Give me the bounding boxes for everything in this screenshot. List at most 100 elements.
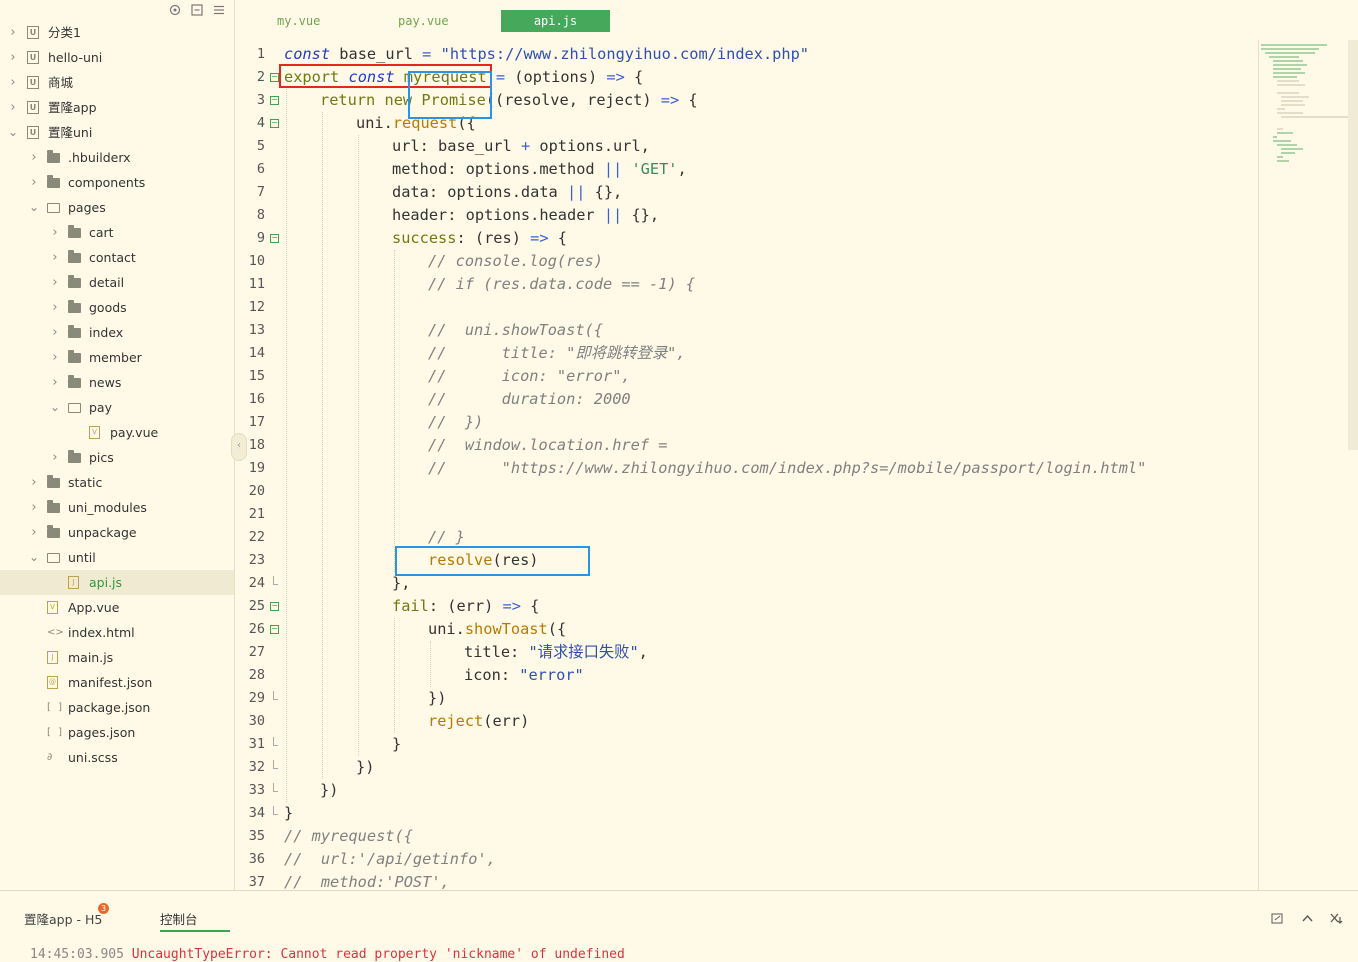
code-line[interactable]: 16 // duration: 2000 (235, 388, 1255, 411)
tree-item[interactable]: › index (0, 320, 234, 345)
tree-item[interactable]: › detail (0, 270, 234, 295)
code-line[interactable]: 28 icon: "error" (235, 664, 1255, 687)
tree-item[interactable]: @ manifest.json (0, 670, 234, 695)
code-line[interactable]: 33}) (235, 779, 1255, 802)
code-line[interactable]: 35 // myrequest({ (235, 825, 1255, 848)
code-line[interactable]: 29}) (235, 687, 1255, 710)
close-panel-icon[interactable] (1330, 911, 1344, 925)
code-line[interactable]: 34} (235, 802, 1255, 825)
tab-my-vue[interactable]: my.vue (277, 10, 337, 32)
chevron-right-icon[interactable]: › (29, 170, 39, 195)
code-line[interactable]: 23 resolve(res) (235, 549, 1255, 572)
chevron-right-icon[interactable]: › (8, 45, 18, 70)
sidebar-collapse-handle[interactable]: ‹ (231, 433, 247, 461)
code-line[interactable]: 14 // title: "即将跳转登录", (235, 342, 1255, 365)
tree-item[interactable]: › U 分类1 (0, 20, 234, 45)
code-line[interactable]: 18// window.location.href = (235, 434, 1255, 457)
chevron-right-icon[interactable]: › (50, 320, 60, 345)
tree-item[interactable]: Vpay.vue (0, 420, 234, 445)
chevron-right-icon[interactable]: › (50, 295, 60, 320)
fold-toggle-icon[interactable]: − (270, 119, 279, 128)
tree-item[interactable]: › member (0, 345, 234, 370)
chevron-right-icon[interactable]: › (50, 270, 60, 295)
tree-item[interactable]: › U 商城 (0, 70, 234, 95)
code-line[interactable]: 12 (235, 296, 1255, 319)
chevron-right-icon[interactable]: › (29, 520, 39, 545)
tree-item[interactable]: ⌄ until (0, 545, 234, 570)
tree-item[interactable]: [ ] package.json (0, 695, 234, 720)
chevron-right-icon[interactable]: › (8, 20, 18, 45)
chevron-right-icon[interactable]: › (50, 370, 60, 395)
clear-console-icon[interactable] (1270, 911, 1284, 925)
console-tab[interactable]: 控制台 (160, 909, 230, 932)
chevron-right-icon[interactable]: › (8, 95, 18, 120)
code-line[interactable]: 36 // url:'/api/getinfo', (235, 848, 1255, 871)
code-editor[interactable]: 1 const base_url = "https://www.zhilongyi… (235, 40, 1257, 890)
chevron-right-icon[interactable]: › (50, 445, 60, 470)
menu-icon[interactable] (212, 3, 226, 17)
chevron-right-icon[interactable]: › (29, 145, 39, 170)
fold-toggle-icon[interactable]: − (270, 73, 279, 82)
tree-item[interactable]: › news (0, 370, 234, 395)
tree-item[interactable]: [ ] pages.json (0, 720, 234, 745)
code-line[interactable]: 26− uni.showToast({ (235, 618, 1255, 641)
code-line[interactable]: 24}, (235, 572, 1255, 595)
code-line[interactable]: 22 // } (235, 526, 1255, 549)
code-line[interactable]: 5 url: base_url + options.url, (235, 135, 1255, 158)
code-line[interactable]: 13 // uni.showToast({ (235, 319, 1255, 342)
code-line[interactable]: 27 title: "请求接口失败", (235, 641, 1255, 664)
chevron-down-icon[interactable]: ⌄ (29, 195, 39, 220)
code-line[interactable]: 3− return new Promise((resolve, reject) =… (235, 89, 1255, 112)
tree-item[interactable]: › unpackage (0, 520, 234, 545)
tree-item[interactable]: ⌄ pay (0, 395, 234, 420)
code-line[interactable]: 15 // icon: "error", (235, 365, 1255, 388)
code-line[interactable]: 2− export const myrequest = (options) => … (235, 66, 1255, 89)
tree-item[interactable]: V App.vue (0, 595, 234, 620)
code-line[interactable]: 20 (235, 480, 1255, 503)
tree-item[interactable]: › components (0, 170, 234, 195)
code-line[interactable]: 30 reject(err) (235, 710, 1255, 733)
code-line[interactable]: 8 header: options.header || {}, (235, 204, 1255, 227)
code-line[interactable]: 9− success: (res) => { (235, 227, 1255, 250)
tree-item[interactable]: ∂ uni.scss (0, 745, 234, 770)
code-line[interactable]: 25− fail: (err) => { (235, 595, 1255, 618)
minimap[interactable] (1258, 40, 1358, 890)
chevron-right-icon[interactable]: › (29, 470, 39, 495)
code-line[interactable]: 37 // method:'POST', (235, 871, 1255, 890)
chevron-right-icon[interactable]: › (50, 245, 60, 270)
chevron-right-icon[interactable]: › (29, 495, 39, 520)
tree-item[interactable]: <> index.html (0, 620, 234, 645)
tree-item[interactable]: ⌄ U 置隆uni (0, 120, 234, 145)
chevron-down-icon[interactable]: ⌄ (8, 120, 18, 145)
tree-item[interactable]: › goods (0, 295, 234, 320)
code-line[interactable]: 11 // if (res.data.code == -1) { (235, 273, 1255, 296)
tab-api-js[interactable]: api.js (501, 10, 610, 32)
code-line[interactable]: 4− uni.request({ (235, 112, 1255, 135)
fold-toggle-icon[interactable]: − (270, 625, 279, 634)
code-line[interactable]: 19// "https://www.zhilongyihuo.com/index… (235, 457, 1255, 480)
code-line[interactable]: 31} (235, 733, 1255, 756)
chevron-down-icon[interactable]: ⌄ (29, 545, 39, 570)
vertical-scrollbar[interactable] (1348, 40, 1358, 450)
code-line[interactable]: 7 data: options.data || {}, (235, 181, 1255, 204)
tree-item[interactable]: ⌄ pages (0, 195, 234, 220)
fold-toggle-icon[interactable]: − (270, 602, 279, 611)
tree-item[interactable]: › U 置隆app (0, 95, 234, 120)
code-line[interactable]: 6 method: options.method || 'GET', (235, 158, 1255, 181)
chevron-right-icon[interactable]: › (50, 345, 60, 370)
collapse-all-icon[interactable] (190, 3, 204, 17)
code-line[interactable]: 21 (235, 503, 1255, 526)
fold-toggle-icon[interactable]: − (270, 96, 279, 105)
tree-item[interactable]: Jmain.js (0, 645, 234, 670)
code-line[interactable]: 32}) (235, 756, 1255, 779)
code-line[interactable]: 10 // console.log(res) (235, 250, 1255, 273)
chevron-down-icon[interactable]: ⌄ (50, 395, 60, 420)
code-line[interactable]: 1 const base_url = "https://www.zhilongyi… (235, 43, 1255, 66)
tree-item[interactable]: › cart (0, 220, 234, 245)
chevron-up-icon[interactable] (1300, 911, 1314, 925)
tab-pay-vue[interactable]: pay.vue (398, 10, 468, 32)
tree-item[interactable]: › static (0, 470, 234, 495)
tree-item[interactable]: Japi.js (0, 570, 234, 595)
chevron-right-icon[interactable]: › (8, 70, 18, 95)
fold-toggle-icon[interactable]: − (270, 234, 279, 243)
